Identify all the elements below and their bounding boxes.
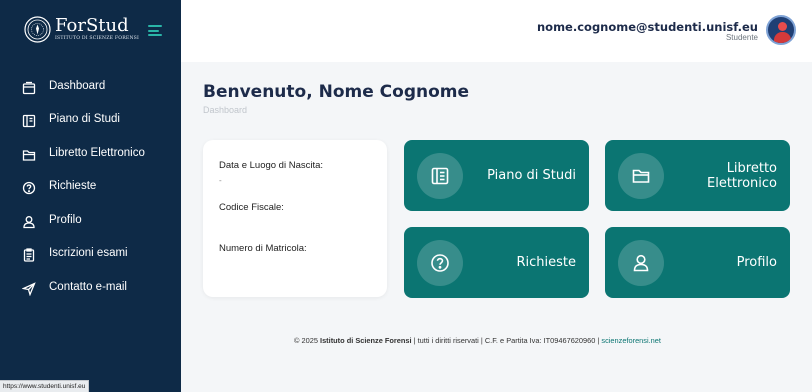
- sidebar-item-piano-di-studi[interactable]: Piano di Studi: [0, 105, 181, 137]
- footer-org: Istituto di Scienze Forensi: [320, 336, 412, 345]
- sidebar: ForStud ISTITUTO DI SCIENZE FORENSI Dash…: [0, 0, 181, 392]
- tile-libretto-elettronico[interactable]: Libretto Elettronico: [605, 140, 790, 211]
- avatar[interactable]: [766, 15, 796, 45]
- user-icon: [23, 216, 35, 229]
- sidebar-item-label: Contatto e-mail: [49, 281, 127, 293]
- breadcrumb[interactable]: Dashboard: [203, 105, 247, 115]
- folder-icon: [22, 150, 36, 161]
- book-icon: [22, 114, 36, 128]
- tile-icon-circle: [618, 240, 664, 286]
- top-bar: nome.cognome@studenti.unisf.eu Studente: [181, 0, 812, 62]
- sidebar-item-label: Profilo: [49, 214, 82, 226]
- birth-label: Data e Luogo di Nascita:: [219, 160, 324, 171]
- tile-icon-circle: [618, 153, 664, 199]
- user-role: Studente: [725, 33, 758, 42]
- sidebar-item-label: Piano di Studi: [49, 113, 120, 125]
- tile-label-line: Profilo: [736, 255, 777, 270]
- folder-icon: [632, 169, 650, 183]
- book-icon: [431, 167, 449, 185]
- tile-label: Piano di Studi: [487, 140, 576, 211]
- tile-label-line: Richieste: [516, 255, 576, 270]
- avatar-body: [774, 32, 791, 43]
- tile-label: Libretto Elettronico: [707, 140, 777, 211]
- tile-label-line: Libretto: [726, 160, 777, 176]
- question-icon: [431, 254, 449, 272]
- user-email: nome.cognome@studenti.unisf.eu: [536, 20, 758, 34]
- sidebar-item-dashboard[interactable]: Dashboard: [0, 72, 181, 104]
- footer-rights: | tutti i diritti riservati | C.F. e Par…: [411, 336, 602, 345]
- sidebar-item-libretto-elettronico[interactable]: Libretto Elettronico: [0, 139, 181, 171]
- tile-label: Richieste: [516, 227, 576, 298]
- status-bar-url: https://www.studenti.unisf.eu: [0, 380, 90, 392]
- footer-prefix: © 2025: [294, 336, 321, 345]
- seal-icon: [24, 16, 51, 43]
- brand-logo[interactable]: ForStud ISTITUTO DI SCIENZE FORENSI: [24, 15, 139, 44]
- brand-subtitle: ISTITUTO DI SCIENZE FORENSI: [55, 36, 140, 41]
- sidebar-item-label: Richieste: [49, 180, 97, 192]
- tile-icon-circle: [417, 153, 463, 199]
- clipboard-icon: [23, 248, 35, 262]
- sidebar-item-richieste[interactable]: Richieste: [0, 172, 181, 204]
- sidebar-item-label: Iscrizioni esami: [49, 247, 128, 259]
- student-info-card: Data e Luogo di Nascita: - Codice Fiscal…: [203, 140, 387, 297]
- dashboard-icon: [22, 81, 36, 95]
- matricola-label: Numero di Matricola:: [219, 243, 307, 254]
- footer-link[interactable]: scienzeforensi.net: [601, 336, 661, 345]
- tile-label: Profilo: [737, 227, 777, 298]
- tile-richieste[interactable]: Richieste: [404, 227, 589, 298]
- page-title: Benvenuto, Nome Cognome: [203, 82, 470, 102]
- footer: © 2025 Istituto di Scienze Forensi | tut…: [181, 336, 774, 345]
- tile-profilo[interactable]: Profilo: [605, 227, 790, 298]
- tile-label-line: Elettronico: [707, 175, 777, 191]
- birth-value: -: [219, 176, 222, 185]
- tile-piano-di-studi[interactable]: Piano di Studi: [404, 140, 589, 211]
- tile-icon-circle: [417, 240, 463, 286]
- sidebar-item-label: Dashboard: [49, 80, 106, 92]
- avatar-head: [778, 22, 787, 31]
- fiscal-code-label: Codice Fiscale:: [219, 202, 284, 213]
- hamburger-menu-icon[interactable]: [148, 25, 162, 36]
- user-icon: [633, 254, 649, 272]
- sidebar-item-label: Libretto Elettronico: [49, 147, 145, 159]
- sidebar-item-iscrizioni-esami[interactable]: Iscrizioni esami: [0, 239, 181, 271]
- sidebar-item-contatto-email[interactable]: Contatto e-mail: [0, 273, 181, 305]
- tile-label-line: Piano di Studi: [487, 168, 576, 183]
- brand-name: ForStud: [55, 15, 129, 36]
- send-icon: [22, 282, 36, 296]
- question-icon: [22, 181, 36, 195]
- sidebar-item-profilo[interactable]: Profilo: [0, 206, 181, 238]
